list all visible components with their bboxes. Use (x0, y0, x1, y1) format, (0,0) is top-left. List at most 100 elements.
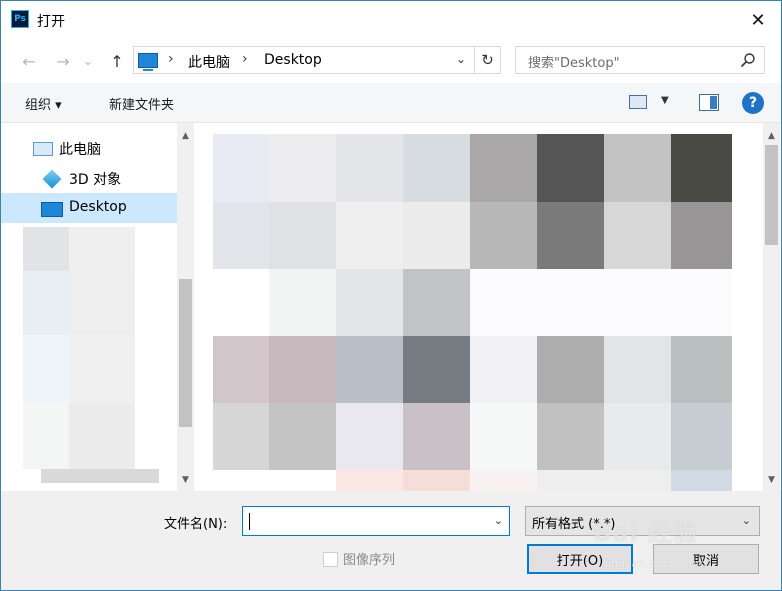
file-type-chevron-icon[interactable]: ⌄ (742, 514, 751, 527)
file-thumbnail[interactable] (604, 336, 671, 403)
file-thumbnail[interactable] (213, 403, 269, 470)
view-options-chevron-icon[interactable]: ▼ (661, 95, 669, 106)
file-thumbnail[interactable] (336, 202, 403, 269)
sidebar-item-desktop[interactable]: Desktop (1, 193, 177, 223)
file-thumbnail[interactable] (470, 202, 537, 269)
file-thumbnail[interactable] (470, 470, 537, 491)
scroll-up-arrow-icon[interactable]: ▲ (763, 127, 780, 144)
file-thumbnail[interactable] (604, 134, 671, 202)
breadcrumb-separator[interactable]: › (242, 51, 248, 67)
file-thumbnail[interactable] (537, 470, 604, 491)
file-thumbnail[interactable] (336, 336, 403, 403)
file-thumbnail[interactable] (269, 403, 336, 470)
computer-icon (33, 142, 53, 156)
new-folder-button[interactable]: 新建文件夹 (109, 94, 174, 113)
file-thumbnail[interactable] (470, 336, 537, 403)
file-thumbnail[interactable] (403, 336, 470, 403)
file-thumbnail[interactable] (537, 336, 604, 403)
file-thumbnail[interactable] (403, 403, 470, 470)
text-cursor (249, 513, 250, 530)
file-thumbnail[interactable] (470, 269, 732, 336)
obscured-nav-item (23, 271, 69, 335)
breadcrumb-desktop[interactable]: Desktop (264, 52, 322, 68)
file-thumbnail[interactable] (470, 403, 537, 470)
file-thumbnail[interactable] (336, 269, 403, 336)
filename-label: 文件名(N): (164, 517, 228, 532)
file-thumbnail[interactable] (213, 269, 269, 336)
sidebar-item-label: 3D 对象 (69, 172, 122, 188)
search-placeholder[interactable]: 搜索"Desktop" (528, 52, 620, 71)
file-thumbnail[interactable] (213, 202, 269, 269)
sidebar-item-3d-objects[interactable]: 3D 对象 (1, 163, 177, 193)
help-icon[interactable]: ? (742, 92, 764, 114)
file-thumbnail[interactable] (604, 202, 671, 269)
image-sequence-label: 图像序列 (343, 553, 396, 568)
file-list-pane: ▲ ▼ (200, 123, 781, 491)
file-thumbnail[interactable] (671, 134, 732, 202)
search-icon[interactable] (740, 52, 756, 68)
organize-menu-button[interactable]: 组织 ▾ (25, 94, 62, 113)
file-thumbnail[interactable] (470, 134, 537, 202)
file-thumbnail[interactable] (213, 134, 269, 202)
baidu-watermark: Bai 经验 (593, 519, 699, 547)
file-thumbnail[interactable] (671, 403, 732, 470)
scroll-down-arrow-icon[interactable]: ▼ (763, 471, 780, 488)
cube-3d-icon (42, 169, 62, 189)
obscured-nav-item (23, 227, 69, 271)
file-thumbnail[interactable] (269, 134, 336, 202)
file-thumbnail[interactable] (213, 336, 269, 403)
sidebar-item-this-pc[interactable]: 此电脑 (1, 133, 177, 163)
file-thumbnail[interactable] (336, 403, 403, 470)
sidebar-item-label: 此电脑 (59, 142, 101, 158)
file-thumbnail[interactable] (671, 470, 732, 491)
filename-history-chevron-icon[interactable]: ⌄ (494, 514, 503, 527)
baidu-watermark-url: jingyan.baidu.com (605, 557, 707, 570)
obscured-nav-item (69, 335, 135, 403)
file-thumbnail[interactable] (671, 336, 732, 403)
scroll-up-arrow-icon[interactable]: ▲ (177, 127, 194, 144)
nav-pane-scrollbar[interactable]: ▲ ▼ (177, 123, 194, 491)
refresh-icon[interactable]: ↻ (474, 47, 500, 73)
desktop-icon (41, 202, 63, 217)
file-thumbnail[interactable] (537, 202, 604, 269)
image-sequence-checkbox[interactable] (323, 552, 338, 567)
file-thumbnail[interactable] (269, 336, 336, 403)
breadcrumb-separator[interactable]: › (168, 51, 174, 67)
nav-pane-scroll-thumb[interactable] (179, 279, 192, 427)
scroll-down-arrow-icon[interactable]: ▼ (177, 471, 194, 488)
file-thumbnail[interactable] (269, 269, 336, 336)
address-bar[interactable]: › 此电脑 › Desktop ⌄ ↻ (133, 46, 501, 74)
file-thumbnail[interactable] (403, 202, 470, 269)
file-thumbnail[interactable] (604, 470, 671, 491)
file-thumbnail[interactable] (403, 269, 470, 336)
file-thumbnail[interactable] (336, 134, 403, 202)
breadcrumb-this-pc[interactable]: 此电脑 (188, 52, 230, 72)
search-box[interactable]: 搜索"Desktop" (515, 46, 765, 74)
recent-locations-chevron-icon[interactable]: ⌄ (81, 49, 95, 73)
file-thumbnail[interactable] (537, 134, 604, 202)
address-dropdown-chevron-icon[interactable]: ⌄ (456, 52, 466, 66)
file-thumbnail[interactable] (604, 403, 671, 470)
sidebar-item-label: Desktop (69, 199, 127, 215)
command-toolbar: 组织 ▾ 新建文件夹 ▼ ? (1, 83, 781, 123)
address-row: ← → ⌄ ↑ › 此电脑 › Desktop ⌄ ↻ 搜索"Desktop" (1, 39, 781, 83)
change-view-icon[interactable] (629, 95, 647, 109)
preview-pane-icon[interactable] (699, 94, 719, 111)
forward-arrow-icon[interactable]: → (51, 49, 75, 73)
file-thumbnail[interactable] (269, 202, 336, 269)
filename-input[interactable]: ⌄ (242, 506, 510, 536)
file-list-scroll-thumb[interactable] (765, 145, 778, 245)
obscured-nav-item (69, 403, 135, 469)
up-arrow-icon[interactable]: ↑ (105, 49, 129, 73)
file-thumbnail[interactable] (671, 202, 732, 269)
file-thumbnail[interactable] (403, 134, 470, 202)
open-file-dialog: Ps 打开 ✕ ← → ⌄ ↑ › 此电脑 › Desktop ⌄ ↻ 搜索"D… (0, 0, 782, 591)
obscured-nav-item (69, 227, 135, 271)
back-arrow-icon[interactable]: ← (17, 49, 41, 73)
file-list-scrollbar[interactable]: ▲ ▼ (763, 123, 780, 491)
computer-icon (138, 53, 158, 71)
file-thumbnail[interactable] (336, 470, 403, 491)
file-thumbnail[interactable] (537, 403, 604, 470)
close-button[interactable]: ✕ (735, 1, 781, 39)
file-thumbnail[interactable] (403, 470, 470, 491)
